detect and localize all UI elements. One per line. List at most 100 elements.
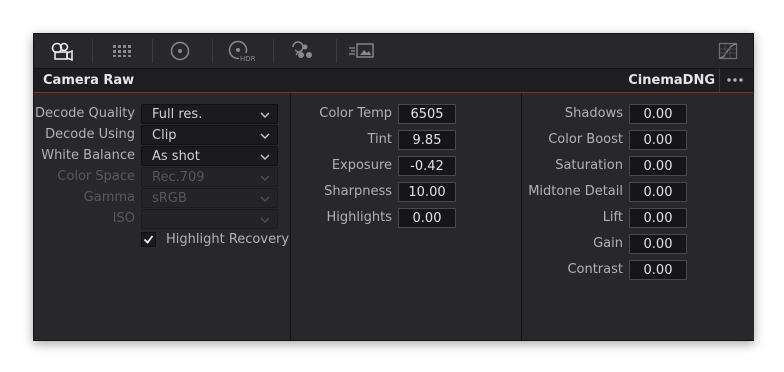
header-divider: [719, 69, 720, 92]
iso-label: ISO: [112, 211, 135, 226]
color-boost-label: Color Boost: [548, 132, 623, 147]
highlights-row: Highlights 0.00: [291, 208, 521, 228]
gamma-value: sRGB: [152, 191, 187, 206]
color-temp-field[interactable]: 6505: [398, 104, 456, 124]
tint-field[interactable]: 9.85: [398, 130, 456, 150]
shadows-row: Shadows 0.00: [522, 104, 754, 124]
more-options-icon[interactable]: [725, 72, 745, 88]
saturation-row: Saturation 0.00: [522, 156, 754, 176]
shadows-field[interactable]: 0.00: [629, 104, 687, 124]
gain-row: Gain 0.00: [522, 234, 754, 254]
midtone-detail-value: 0.00: [643, 185, 673, 200]
exposure-row: Exposure -0.42: [291, 156, 521, 176]
decode-using-row: Decode Using Clip: [34, 125, 289, 145]
motion-effects-icon[interactable]: [341, 37, 383, 65]
decode-quality-row: Decode Quality Full res.: [34, 104, 289, 124]
decode-settings-panel: Decode Quality Full res. Decode Using Cl…: [34, 93, 289, 340]
toolbar-divider: [336, 39, 337, 63]
highlight-recovery-row: Highlight Recovery: [34, 230, 289, 250]
color-temp-value: 6505: [410, 107, 444, 122]
color-match-icon[interactable]: [101, 37, 143, 65]
chevron-down-icon: [260, 217, 270, 223]
gain-field[interactable]: 0.00: [629, 234, 687, 254]
tone-panel: Shadows 0.00 Color Boost 0.00 Saturation…: [521, 93, 754, 340]
lift-label: Lift: [602, 210, 623, 225]
adjustments-panel: Color Temp 6505 Tint 9.85 Exposure -0.42…: [290, 93, 521, 340]
lift-value: 0.00: [643, 211, 673, 226]
sharpness-value: 10.00: [408, 185, 446, 200]
highlights-value: 0.00: [412, 211, 442, 226]
lift-row: Lift 0.00: [522, 208, 754, 228]
saturation-field[interactable]: 0.00: [629, 156, 687, 176]
white-balance-label: White Balance: [41, 148, 135, 163]
gamma-select: sRGB: [141, 188, 278, 208]
tint-value: 9.85: [412, 133, 442, 148]
highlight-recovery-label: Highlight Recovery: [166, 232, 290, 247]
toolbar-divider: [273, 39, 274, 63]
tint-label: Tint: [367, 132, 393, 147]
iso-select: [141, 209, 278, 229]
exposure-field[interactable]: -0.42: [398, 156, 456, 176]
gamma-row: Gamma sRGB: [34, 188, 289, 208]
panel-title: Camera Raw: [43, 73, 135, 88]
color-space-label: Color Space: [57, 169, 135, 184]
tint-row: Tint 9.85: [291, 130, 521, 150]
decode-using-select[interactable]: Clip: [141, 125, 278, 145]
highlight-recovery-checkbox[interactable]: [141, 232, 156, 247]
saturation-value: 0.00: [643, 159, 673, 174]
contrast-row: Contrast 0.00: [522, 260, 754, 280]
white-balance-value: As shot: [152, 149, 200, 164]
iso-row: ISO: [34, 209, 289, 229]
shadows-label: Shadows: [564, 106, 623, 121]
hdr-label: HDR: [240, 55, 256, 63]
color-space-select: Rec.709: [141, 167, 278, 187]
color-temp-label: Color Temp: [319, 106, 392, 121]
checkmark-icon: [143, 235, 154, 244]
curves-icon[interactable]: [706, 37, 750, 65]
palette-toolbar: HDR: [34, 34, 753, 69]
midtone-detail-row: Midtone Detail 0.00: [522, 182, 754, 202]
chevron-down-icon: [260, 133, 270, 139]
shadows-value: 0.00: [643, 107, 673, 122]
codec-label: CinemaDNG: [628, 73, 715, 88]
exposure-value: -0.42: [410, 159, 444, 174]
chevron-down-icon: [260, 175, 270, 181]
rgb-mixer-icon[interactable]: [281, 37, 323, 65]
chevron-down-icon: [260, 154, 270, 160]
white-balance-select[interactable]: As shot: [141, 146, 278, 166]
panel-header: Camera Raw CinemaDNG: [34, 69, 753, 93]
gain-label: Gain: [593, 236, 623, 251]
saturation-label: Saturation: [555, 158, 623, 173]
camera-raw-icon[interactable]: [42, 37, 84, 65]
gain-value: 0.00: [643, 237, 673, 252]
color-boost-row: Color Boost 0.00: [522, 130, 754, 150]
color-boost-field[interactable]: 0.00: [629, 130, 687, 150]
gamma-label: Gamma: [83, 190, 135, 205]
lift-field[interactable]: 0.00: [629, 208, 687, 228]
primaries-wheel-icon[interactable]: [159, 37, 201, 65]
color-temp-row: Color Temp 6505: [291, 104, 521, 124]
chevron-down-icon: [260, 112, 270, 118]
toolbar-divider: [152, 39, 153, 63]
contrast-field[interactable]: 0.00: [629, 260, 687, 280]
exposure-label: Exposure: [331, 158, 392, 173]
highlights-label: Highlights: [326, 210, 392, 225]
decode-quality-label: Decode Quality: [35, 106, 135, 121]
toolbar-divider: [212, 39, 213, 63]
white-balance-row: White Balance As shot: [34, 146, 289, 166]
sharpness-label: Sharpness: [324, 184, 392, 199]
hdr-wheel-icon[interactable]: HDR: [220, 37, 262, 65]
contrast-value: 0.00: [643, 263, 673, 278]
camera-raw-window: HDR Camera Raw CinemaDNG Decode Quality …: [33, 33, 754, 341]
highlights-field[interactable]: 0.00: [398, 208, 456, 228]
decode-quality-select[interactable]: Full res.: [141, 104, 278, 124]
sharpness-field[interactable]: 10.00: [398, 182, 456, 202]
toolbar-divider: [92, 39, 93, 63]
color-space-value: Rec.709: [152, 170, 205, 185]
color-boost-value: 0.00: [643, 133, 673, 148]
color-space-row: Color Space Rec.709: [34, 167, 289, 187]
midtone-detail-field[interactable]: 0.00: [629, 182, 687, 202]
contrast-label: Contrast: [567, 262, 623, 277]
decode-using-value: Clip: [152, 128, 177, 143]
chevron-down-icon: [260, 196, 270, 202]
